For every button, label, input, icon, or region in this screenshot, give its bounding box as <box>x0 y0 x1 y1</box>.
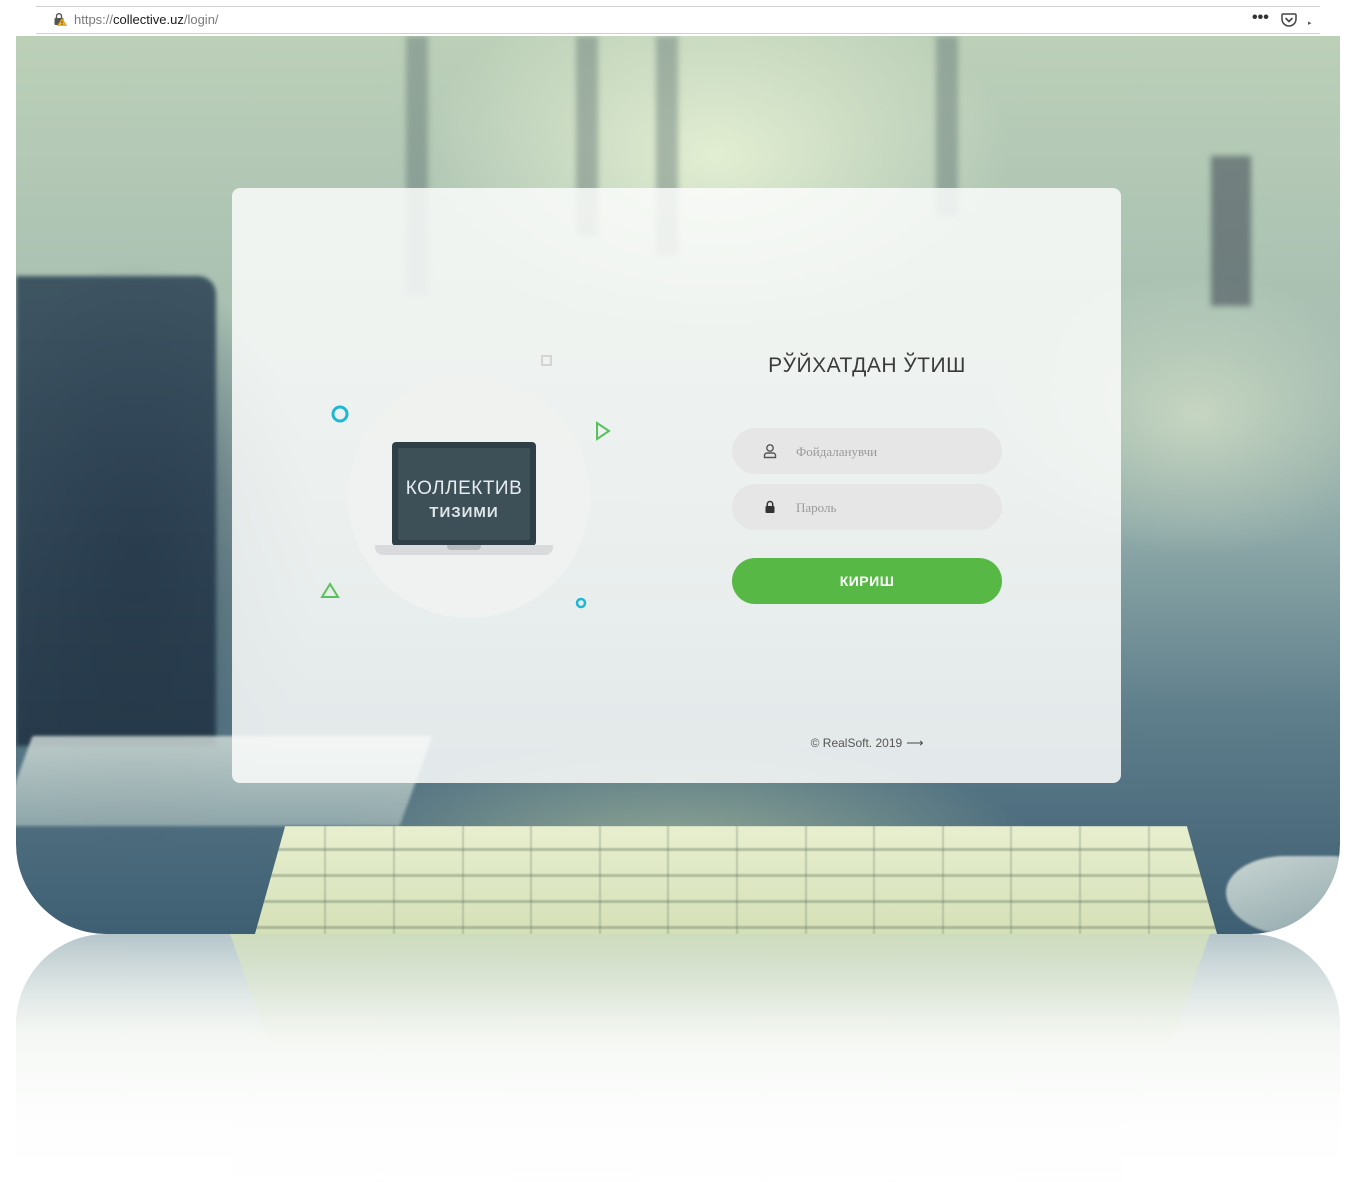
key-col <box>1010 826 1013 934</box>
key-col <box>393 826 395 934</box>
key-col <box>1147 826 1150 934</box>
triangle-up-deco-icon <box>320 582 340 598</box>
circle-deco-icon <box>331 405 349 423</box>
small-circle-deco-icon <box>575 597 587 609</box>
password-field[interactable] <box>732 484 1002 532</box>
login-card: КОЛЛЕКТИВ ТИЗИМИ РЎЙХАТДАН ЎТИШ Фойдалан… <box>232 188 1121 783</box>
key-col <box>873 826 876 934</box>
background-laptop <box>16 276 216 746</box>
footer: © RealSoft. 2019 ⟶ <box>792 736 942 750</box>
url-scheme: https:// <box>74 12 114 27</box>
lock-icon <box>765 500 775 513</box>
key-col <box>941 826 944 934</box>
login-title: РЎЙХАТДАН ЎТИШ <box>768 354 966 377</box>
copyright-text: © RealSoft. 2019 <box>810 736 903 750</box>
square-deco-icon <box>541 355 552 366</box>
laptop-screen: КОЛЛЕКТИВ ТИЗИМИ <box>398 448 530 540</box>
brand-subtitle: ТИЗИМИ <box>429 504 499 521</box>
lock-warning-icon[interactable] <box>53 12 67 26</box>
password-input[interactable] <box>794 484 988 532</box>
key-col <box>461 826 464 934</box>
url-text[interactable]: https://collective.uz/login/ <box>74 12 219 27</box>
key-col <box>667 826 670 934</box>
key-col <box>1079 826 1081 934</box>
laptop-notch <box>447 545 481 550</box>
page-viewport: КОЛЛЕКТИВ ТИЗИМИ РЎЙХАТДАН ЎТИШ Фойдалан… <box>16 36 1340 934</box>
reflection <box>16 934 1340 1182</box>
triangle-right-deco-icon <box>596 421 611 441</box>
background-pillar <box>1211 156 1251 306</box>
user-icon <box>763 444 777 459</box>
arrow-right-icon[interactable]: ⟶ <box>906 736 923 750</box>
reflection-fade <box>16 934 1340 1182</box>
laptop-illustration: КОЛЛЕКТИВ ТИЗИМИ <box>392 442 536 546</box>
key-col <box>736 826 738 934</box>
url-host: collective.uz <box>113 12 184 27</box>
key-col <box>324 826 327 934</box>
username-field[interactable] <box>732 428 1002 476</box>
key-col <box>804 826 807 934</box>
page-actions-menu-button[interactable]: ••• <box>1252 9 1269 27</box>
pocket-icon[interactable] <box>1280 11 1298 29</box>
username-input[interactable] <box>794 428 988 476</box>
background-keyboard <box>246 826 1226 934</box>
key-col <box>530 826 533 934</box>
address-bar[interactable]: https://collective.uz/login/ ••• ▸ <box>36 6 1320 34</box>
key-col <box>598 826 601 934</box>
overflow-arrow-icon[interactable]: ▸ <box>1308 19 1312 27</box>
brand-title: КОЛЛЕКТИВ <box>405 478 523 499</box>
login-button[interactable]: КИРИШ <box>732 558 1002 604</box>
url-path: /login/ <box>183 12 219 27</box>
